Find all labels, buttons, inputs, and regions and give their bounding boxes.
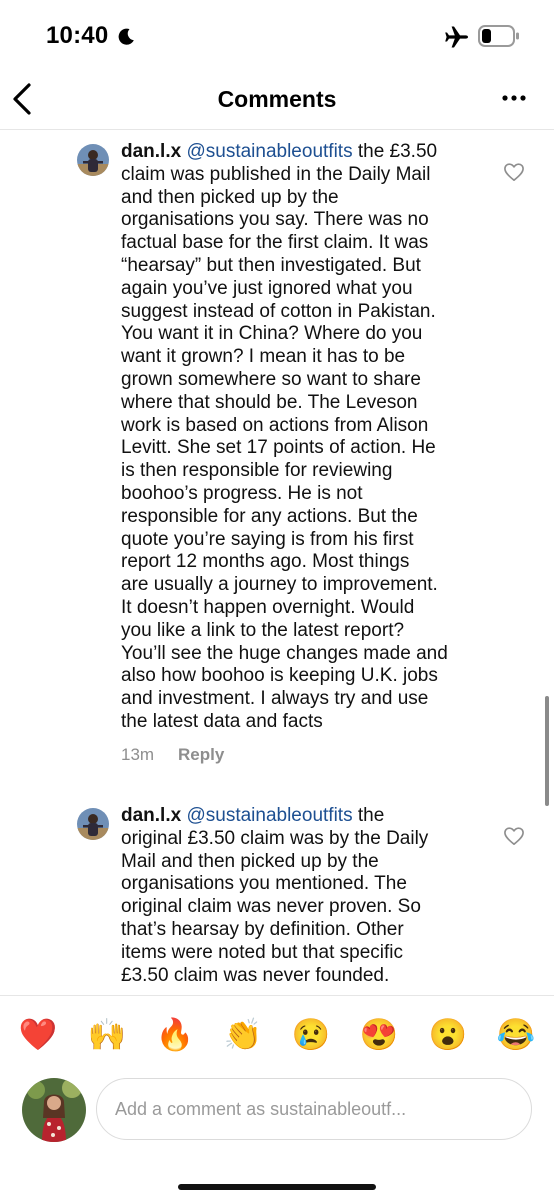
emoji-fire-button[interactable]: 🔥 — [155, 1015, 195, 1055]
scrollbar[interactable] — [545, 696, 549, 806]
moon-icon — [118, 28, 134, 45]
comment-mention[interactable]: @sustainableoutfits — [186, 805, 352, 826]
comment-line: report 12 months ago. Most things — [121, 551, 410, 573]
airplane-icon — [445, 26, 468, 48]
comment-line: quote you’re saying is from his first — [121, 528, 414, 550]
comment-line: also how boohoo is keeping U.K. jobs — [121, 665, 438, 687]
comment-timestamp: 13m — [121, 745, 155, 764]
comment-composer-area: ❤️ 🙌 🔥 👏 😢 😍 😮 😂 — [0, 995, 554, 1200]
avatar[interactable] — [77, 808, 109, 840]
comment-line: organisations you say. There was no — [121, 209, 429, 231]
comment-line: and then picked up by the — [121, 186, 339, 208]
comment-mention[interactable]: @sustainableoutfits — [186, 141, 352, 162]
comment-text: dan.l.x @sustainableoutfits the original… — [121, 805, 481, 987]
comment-list[interactable]: dan.l.x @sustainableoutfits the £3.50 cl… — [0, 131, 554, 995]
comment-line: You want it in China? Where do you — [121, 323, 423, 345]
battery-icon — [478, 25, 519, 47]
comment-line: Mail and then picked up by the — [121, 850, 379, 872]
comment-line: grown somewhere so want to share — [121, 368, 421, 390]
comment-line: the latest data and facts — [121, 710, 323, 732]
comment-line: boohoo’s progress. He is not — [121, 482, 363, 504]
comment-line: £3.50 claim was never founded. — [121, 964, 390, 986]
user-avatar[interactable] — [22, 1078, 86, 1142]
emoji-heart-button[interactable]: ❤️ — [18, 1015, 58, 1055]
comment-line: Levitt. She set 17 points of action. He — [121, 437, 436, 459]
status-time: 10:40 — [46, 22, 109, 49]
comment-line: where that should be. The Leveson — [121, 391, 418, 413]
comment-line: original £3.50 claim was by the Daily — [121, 827, 429, 849]
comment-line: that’s hearsay by definition. Other — [121, 918, 404, 940]
more-horizontal-icon[interactable] — [502, 88, 526, 108]
comment-line: again you’ve just ignored what you — [121, 277, 413, 299]
comment-line: are usually a journey to improvement. — [121, 574, 438, 596]
emoji-surprised-button[interactable]: 😮 — [428, 1015, 468, 1055]
comment-line: claim was published in the Daily Mail — [121, 163, 431, 185]
comment-line: original claim was never proven. So — [121, 896, 421, 918]
comment-line: organisations you mentioned. The — [121, 873, 407, 895]
comment-username[interactable]: dan.l.x — [121, 141, 181, 162]
comment-line: dan.l.x @sustainableoutfits the — [121, 805, 481, 828]
like-heart-icon[interactable] — [503, 162, 525, 182]
comment-line: suggest instead of cotton in Pakistan. — [121, 300, 436, 322]
comment-line: and investment. I always try and use — [121, 688, 429, 710]
reply-button[interactable]: Reply — [178, 745, 224, 765]
comment-line: want it grown? I mean it has to be — [121, 346, 406, 368]
avatar[interactable] — [77, 144, 109, 176]
comment-line: is then responsible for reviewing — [121, 460, 393, 482]
comment-line: you like a link to the latest report? — [121, 619, 405, 641]
emoji-laughing-button[interactable]: 😂 — [496, 1015, 536, 1055]
status-bar: 10:40 — [0, 0, 554, 70]
like-heart-icon[interactable] — [503, 826, 525, 846]
comment-line: dan.l.x @sustainableoutfits the £3.50 — [121, 141, 481, 164]
quick-emoji-bar: ❤️ 🙌 🔥 👏 😢 😍 😮 😂 — [0, 1015, 554, 1055]
comment-username[interactable]: dan.l.x — [121, 805, 181, 826]
comment-line: “hearsay” but then investigated. But — [121, 254, 421, 276]
nav-bar: Comments — [0, 70, 554, 130]
comment-line-text: the £3.50 — [352, 141, 438, 162]
emoji-raising-hands-button[interactable]: 🙌 — [87, 1015, 127, 1055]
emoji-heart-eyes-button[interactable]: 😍 — [359, 1015, 399, 1055]
emoji-clapping-button[interactable]: 👏 — [223, 1015, 263, 1055]
home-indicator — [178, 1184, 376, 1190]
comment-line: work is based on actions from Alison — [121, 414, 429, 436]
emoji-crying-button[interactable]: 😢 — [291, 1015, 331, 1055]
comment-line: items were noted but that specific — [121, 941, 403, 963]
comment-line: responsible for any actions. But the — [121, 505, 418, 527]
comment-text: dan.l.x @sustainableoutfits the £3.50 cl… — [121, 141, 481, 734]
comment-line: It doesn’t happen overnight. Would — [121, 596, 415, 618]
comment-line: factual base for the first claim. It was — [121, 232, 429, 254]
comment-line: You’ll see the huge changes made and — [121, 642, 448, 664]
page-title: Comments — [217, 86, 337, 112]
comment-line-text: the — [352, 805, 385, 826]
comment-input[interactable] — [96, 1078, 532, 1140]
